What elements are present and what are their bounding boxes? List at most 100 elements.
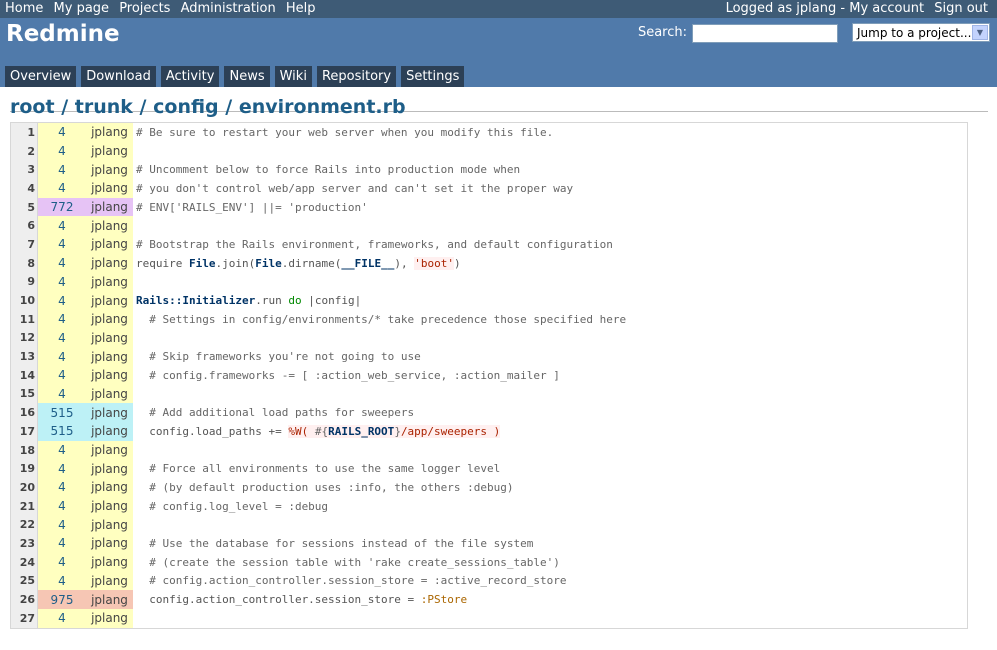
code-line: # config.frameworks -= [ :action_web_ser… — [133, 365, 967, 385]
annotate-row: 4 4 jplang # you don't control web/app serv… — [11, 179, 967, 198]
annotate-row: 9 4 jplang — [11, 272, 967, 292]
revision-link[interactable]: 4 — [37, 571, 86, 591]
revision-link[interactable]: 4 — [37, 160, 86, 180]
breadcrumb-separator: / — [225, 96, 233, 118]
logged-as-label: Logged as jplang — [725, 1, 837, 16]
annotate-row: 2 4 jplang — [11, 141, 967, 161]
annotate-table: 1 4 jplang # Be sure to restart your web se… — [11, 123, 967, 628]
line-number: 19 — [11, 459, 38, 479]
top-link-projects[interactable]: Projects — [119, 1, 170, 16]
annotate-row: 5 772 jplang # ENV['RAILS_ENV'] ||= 'produc… — [11, 197, 967, 217]
line-number: 12 — [11, 328, 38, 348]
annotate-row: 14 4 jplang # config.frameworks -= [ :acti… — [11, 365, 967, 385]
annotate-row: 12 4 jplang — [11, 328, 967, 348]
author: jplang — [86, 590, 133, 609]
top-link-my-page[interactable]: My page — [54, 1, 110, 16]
top-link-administration[interactable]: Administration — [181, 1, 276, 16]
annotate-row: 22 4 jplang — [11, 515, 967, 535]
revision-link[interactable]: 4 — [37, 291, 86, 310]
revision-link[interactable]: 515 — [37, 422, 86, 441]
jump-to-project-label: Jump to a project... — [857, 26, 972, 40]
annotate-row: 13 4 jplang # Skip frameworks you're not g… — [11, 347, 967, 366]
tab-overview[interactable]: Overview — [5, 66, 77, 87]
search-input[interactable] — [692, 24, 838, 43]
line-number: 17 — [11, 422, 38, 441]
revision-link[interactable]: 4 — [37, 123, 86, 142]
content: root / trunk / config / environment.rb 1… — [0, 87, 997, 629]
code-line: Rails::Initializer.run do |config| — [133, 291, 967, 310]
revision-link[interactable]: 4 — [37, 347, 86, 366]
code-line: require File.join(File.dirname(__FILE__)… — [133, 253, 967, 273]
author: jplang — [86, 478, 133, 497]
tab-repository[interactable]: Repository — [316, 66, 397, 87]
tab-activity[interactable]: Activity — [160, 66, 220, 87]
author: jplang — [86, 365, 133, 385]
breadcrumb-file[interactable]: environment.rb — [239, 96, 406, 118]
line-number: 10 — [11, 291, 38, 310]
revision-link[interactable]: 4 — [37, 328, 86, 348]
author: jplang — [86, 141, 133, 161]
revision-link[interactable]: 4 — [37, 179, 86, 198]
author: jplang — [86, 309, 133, 329]
revision-link[interactable]: 975 — [37, 590, 86, 609]
annotate-row: 20 4 jplang # (by default production uses … — [11, 478, 967, 497]
line-number: 11 — [11, 309, 38, 329]
tab-wiki[interactable]: Wiki — [274, 66, 312, 87]
annotate-row: 17 515 jplang config.load_paths += %W( #{R… — [11, 422, 967, 441]
revision-link[interactable]: 4 — [37, 141, 86, 161]
code-line: # you don't control web/app server and c… — [133, 179, 967, 198]
code-line: # (create the session table with 'rake c… — [133, 552, 967, 572]
annotate-row: 16 515 jplang # Add additional load paths … — [11, 403, 967, 422]
revision-link[interactable]: 4 — [37, 552, 86, 572]
annotate-row: 18 4 jplang — [11, 440, 967, 460]
author: jplang — [86, 384, 133, 404]
author: jplang — [86, 253, 133, 273]
line-number: 21 — [11, 496, 38, 516]
line-number: 2 — [11, 141, 38, 161]
line-number: 6 — [11, 216, 38, 236]
revision-link[interactable]: 772 — [37, 197, 86, 217]
tab-news[interactable]: News — [224, 66, 270, 87]
revision-link[interactable]: 4 — [37, 365, 86, 385]
author: jplang — [86, 515, 133, 535]
revision-link[interactable]: 4 — [37, 515, 86, 535]
annotate-row: 8 4 jplang require File.join(File.dirname(_… — [11, 253, 967, 273]
code-line: # Skip frameworks you're not going to us… — [133, 347, 967, 366]
revision-link[interactable]: 4 — [37, 235, 86, 254]
revision-link[interactable]: 4 — [37, 384, 86, 404]
breadcrumb-config[interactable]: config — [153, 96, 219, 118]
revision-link[interactable]: 4 — [37, 478, 86, 497]
revision-link[interactable]: 4 — [37, 309, 86, 329]
my-account-link[interactable]: My account — [849, 1, 924, 16]
breadcrumb-trunk[interactable]: trunk — [75, 96, 133, 118]
app-title: Redmine — [6, 21, 120, 47]
top-link-home[interactable]: Home — [5, 1, 43, 16]
top-link-help[interactable]: Help — [286, 1, 316, 16]
chevron-down-icon[interactable]: ▼ — [972, 25, 988, 40]
line-number: 26 — [11, 590, 38, 609]
revision-link[interactable]: 4 — [37, 496, 86, 516]
code-line: # Be sure to restart your web server whe… — [133, 123, 967, 142]
revision-link[interactable]: 4 — [37, 440, 86, 460]
revision-link[interactable]: 4 — [37, 272, 86, 292]
revision-link[interactable]: 4 — [37, 253, 86, 273]
line-number: 20 — [11, 478, 38, 497]
code-line: # Uncomment below to force Rails into pr… — [133, 160, 967, 180]
annotate-row: 27 4 jplang — [11, 608, 967, 628]
breadcrumb-root[interactable]: root — [10, 96, 55, 118]
tab-download[interactable]: Download — [81, 66, 156, 87]
revision-link[interactable]: 4 — [37, 534, 86, 553]
revision-link[interactable]: 4 — [37, 216, 86, 236]
revision-link[interactable]: 4 — [37, 608, 86, 628]
line-number: 8 — [11, 253, 38, 273]
line-number: 15 — [11, 384, 38, 404]
author: jplang — [86, 496, 133, 516]
revision-link[interactable]: 4 — [37, 459, 86, 479]
jump-to-project-select[interactable]: Jump to a project... ▼ — [852, 23, 990, 42]
revision-link[interactable]: 515 — [37, 403, 86, 422]
annotate-row: 3 4 jplang # Uncomment below to force Rails… — [11, 160, 967, 180]
sign-out-link[interactable]: Sign out — [934, 1, 988, 16]
code-line: # Bootstrap the Rails environment, frame… — [133, 235, 967, 254]
tab-settings[interactable]: Settings — [401, 66, 465, 87]
line-number: 25 — [11, 571, 38, 591]
